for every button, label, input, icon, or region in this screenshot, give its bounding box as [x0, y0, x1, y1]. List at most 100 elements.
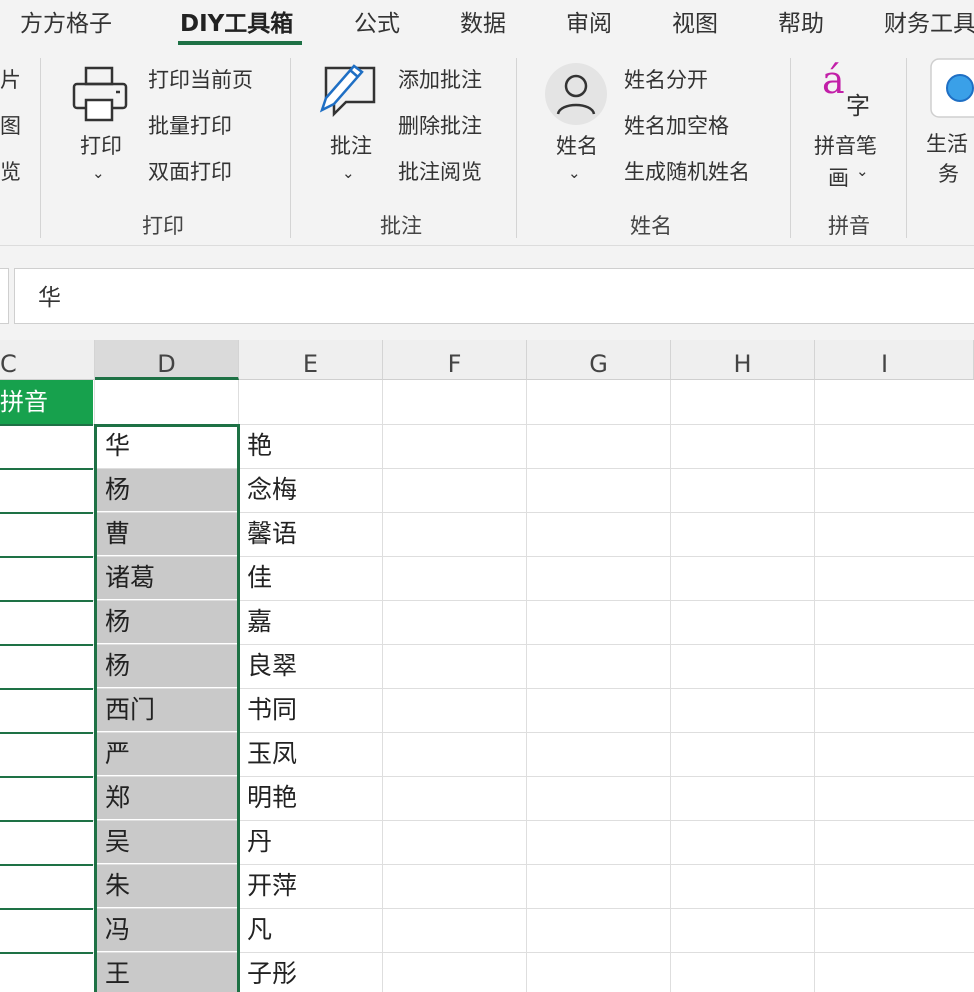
column-header-e[interactable]: E [239, 340, 383, 380]
cell-d[interactable]: 诸葛 [97, 557, 237, 599]
cell-d[interactable]: 杨 [97, 601, 237, 643]
selection-border-top [94, 424, 240, 427]
print-group-label: 打印 [142, 214, 184, 238]
life-service-label-1: 生活 [926, 132, 968, 156]
cell-e[interactable]: 明艳 [239, 776, 383, 820]
cell-d[interactable]: 冯 [97, 909, 237, 951]
pinyin-icon-accent: á [822, 58, 845, 102]
formula-input[interactable] [14, 268, 974, 324]
cell-e[interactable]: 念梅 [239, 468, 383, 512]
cell-d[interactable]: 王 [97, 953, 237, 992]
name-group-label: 姓名 [630, 214, 672, 238]
cell-c[interactable] [0, 732, 93, 776]
pinyin-stroke-label-1: 拼音笔 [814, 134, 877, 158]
tab-view[interactable]: 视图 [672, 4, 718, 38]
print-current-page-button[interactable]: 打印当前页 [148, 64, 253, 94]
life-service-icon [930, 58, 974, 118]
cell-e[interactable]: 馨语 [239, 512, 383, 556]
cell-c[interactable] [0, 644, 93, 688]
pinyin-icon-char: 字 [846, 92, 870, 120]
tab-data[interactable]: 数据 [460, 4, 506, 38]
partial-item-2[interactable]: 图 [0, 110, 21, 140]
cell-e[interactable]: 子彤 [239, 952, 383, 992]
delete-comment-button[interactable]: 删除批注 [398, 110, 482, 140]
cell-e[interactable]: 书同 [239, 688, 383, 732]
cell-c[interactable] [0, 424, 93, 468]
cell-e[interactable]: 凡 [239, 908, 383, 952]
cell-d[interactable]: 曹 [97, 513, 237, 555]
name-add-space-button[interactable]: 姓名加空格 [624, 110, 729, 140]
cell-c[interactable] [0, 864, 93, 908]
pinyin-icon: á 字 [822, 58, 882, 122]
cell-c-header[interactable]: 拼音 [0, 380, 93, 424]
cell-c[interactable] [0, 468, 93, 512]
column-header-h[interactable]: H [671, 340, 815, 380]
tab-finance-tools[interactable]: 财务工具 [884, 4, 974, 38]
cell-c[interactable] [0, 512, 93, 556]
column-header-i[interactable]: I [815, 340, 974, 380]
column-header-c[interactable]: C [0, 340, 95, 380]
selection-border-right [237, 424, 240, 992]
cell-d[interactable]: 杨 [97, 645, 237, 687]
grid-vline [814, 380, 815, 992]
cell-c[interactable] [0, 820, 93, 864]
cell-e[interactable]: 佳 [239, 556, 383, 600]
ribbon-tab-bar: 方方格子 DIY工具箱 公式 数据 审阅 视图 帮助 财务工具 [0, 0, 974, 48]
duplex-print-button[interactable]: 双面打印 [148, 156, 232, 186]
cell-c[interactable] [0, 600, 93, 644]
cell-e[interactable]: 艳 [239, 424, 383, 468]
selection-border-left [94, 424, 97, 992]
tab-fangfang[interactable]: 方方格子 [20, 4, 112, 38]
tab-formula[interactable]: 公式 [354, 4, 400, 38]
cell-c[interactable] [0, 688, 93, 732]
cell-e[interactable]: 玉凤 [239, 732, 383, 776]
cell-d[interactable]: 严 [97, 733, 237, 775]
ribbon-separator [516, 58, 517, 238]
grid-vline [670, 380, 671, 992]
tab-help[interactable]: 帮助 [778, 4, 824, 38]
cell-d[interactable]: 西门 [97, 689, 237, 731]
column-header-g[interactable]: G [527, 340, 671, 380]
life-service-label-2: 务 [938, 162, 959, 186]
spreadsheet-grid[interactable]: C D E F G H I 拼音 华艳杨念梅曹馨语 诸葛佳杨嘉杨良翠 西门 书同严玉凤… [0, 340, 974, 992]
chevron-down-icon: ⌄ [92, 164, 105, 182]
batch-print-button[interactable]: 批量打印 [148, 110, 232, 140]
chevron-down-icon: ⌄ [568, 164, 581, 182]
cell-c[interactable] [0, 952, 93, 992]
formula-value: 华 [38, 285, 61, 311]
tab-diy-toolbox[interactable]: DIY工具箱 [180, 4, 293, 38]
cell-e[interactable]: 良翠 [239, 644, 383, 688]
tab-review[interactable]: 审阅 [566, 4, 612, 38]
cell-e[interactable]: 开萍 [239, 864, 383, 908]
partial-item-3[interactable]: 览 [0, 156, 21, 186]
cell-c[interactable] [0, 776, 93, 820]
ribbon-panel: 片 图 览 打印 ⌄ 打印当前页 批量打印 双面打印 打印 批注 ⌄ 添加批注 … [0, 48, 974, 246]
cell-c[interactable] [0, 908, 93, 952]
cell-d[interactable]: 杨 [97, 469, 237, 511]
ribbon-separator [906, 58, 907, 238]
ribbon-separator [790, 58, 791, 238]
active-tab-indicator [178, 41, 302, 45]
print-label: 打印 [80, 134, 122, 158]
pinyin-stroke-label-2: 画 [828, 166, 849, 190]
ribbon-separator [40, 58, 41, 238]
chevron-down-icon: ⌄ [342, 164, 355, 182]
add-comment-button[interactable]: 添加批注 [398, 64, 482, 94]
pinyin-group-label: 拼音 [828, 214, 870, 238]
name-box[interactable] [0, 268, 9, 324]
column-header-d[interactable]: D [95, 340, 239, 380]
random-name-button[interactable]: 生成随机姓名 [624, 156, 750, 186]
partial-item-1[interactable]: 片 [0, 64, 21, 94]
view-comments-button[interactable]: 批注阅览 [398, 156, 482, 186]
cell-d[interactable]: 朱 [97, 865, 237, 907]
cell-d[interactable]: 吴 [97, 821, 237, 863]
cell-e[interactable]: 丹 [239, 820, 383, 864]
split-name-button[interactable]: 姓名分开 [624, 64, 708, 94]
person-icon [545, 63, 607, 125]
cell-d[interactable]: 郑 [97, 777, 237, 819]
cell-c[interactable] [0, 556, 93, 600]
column-header-f[interactable]: F [383, 340, 527, 380]
cell-d[interactable]: 华 [97, 425, 237, 467]
cell-e[interactable]: 嘉 [239, 600, 383, 644]
comment-label: 批注 [330, 134, 372, 158]
